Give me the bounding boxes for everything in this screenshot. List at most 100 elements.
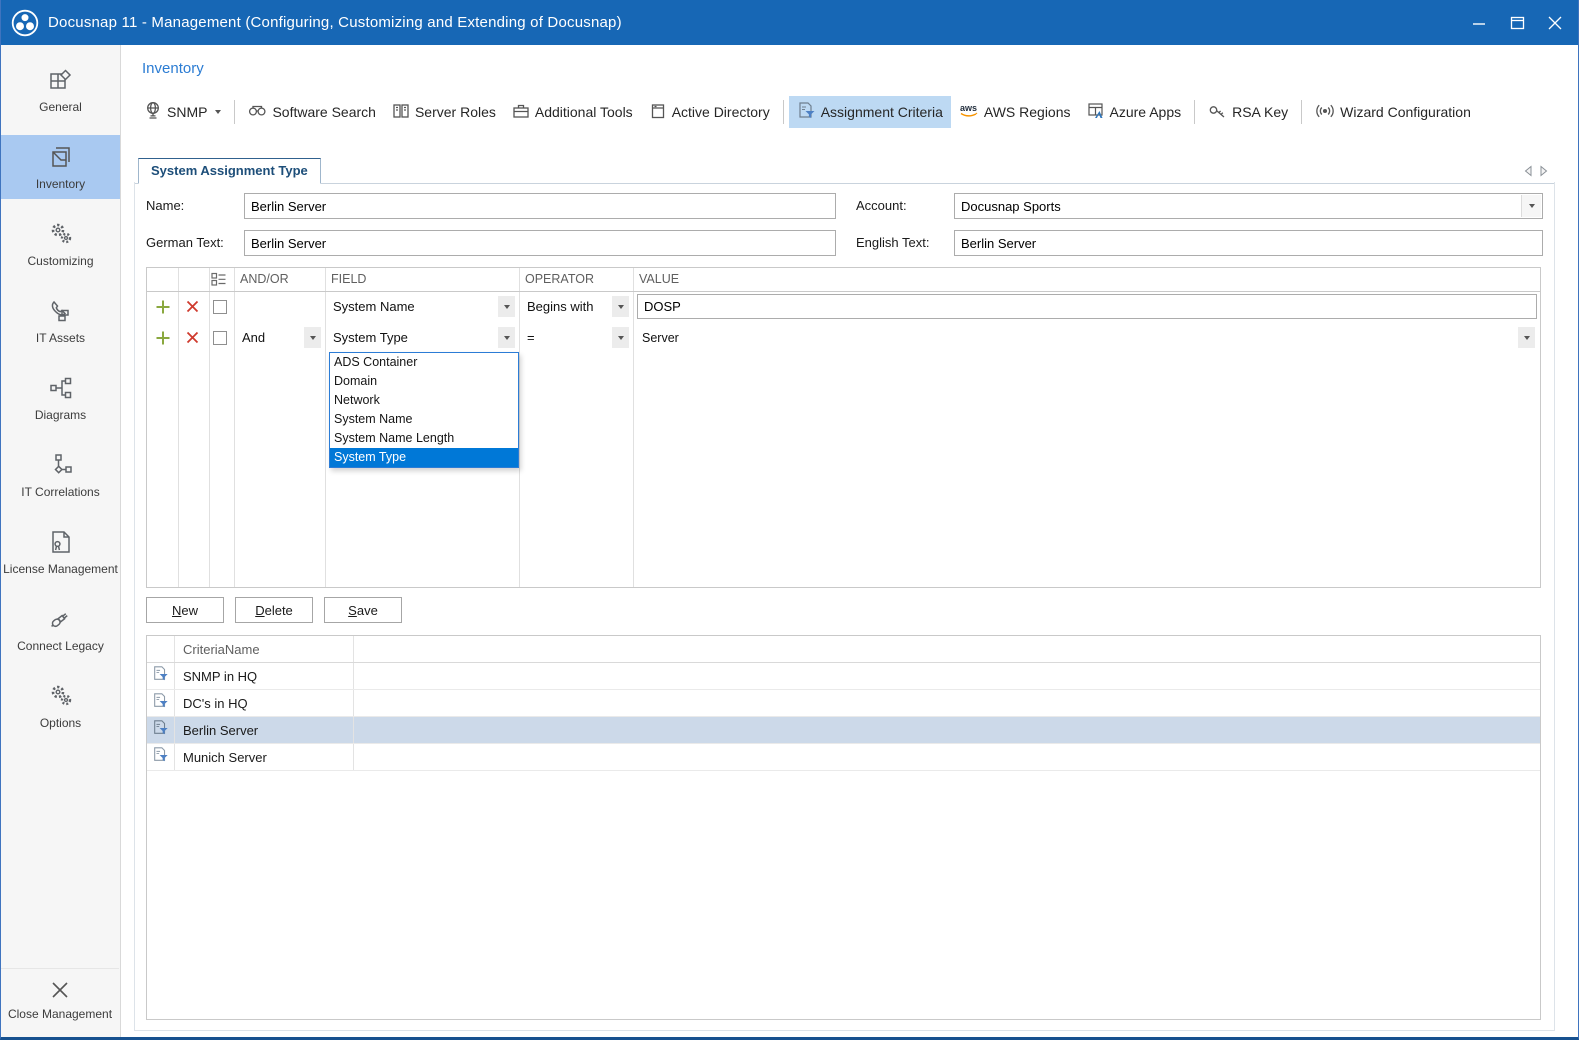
sidebar-item-label: Inventory — [35, 177, 86, 191]
operator-dropdown-button[interactable] — [612, 327, 629, 348]
operator-column-header: OPERATOR — [525, 272, 594, 286]
toolbar-item-active-directory[interactable]: Active Directory — [641, 97, 778, 128]
sidebar-item-label: IT Correlations — [21, 485, 100, 499]
condition-checkbox[interactable] — [213, 299, 227, 314]
english-text-input[interactable] — [954, 230, 1543, 256]
german-text-label: German Text: — [146, 235, 224, 250]
operator-value: = — [527, 330, 535, 345]
criteria-row: And System Type = Server — [147, 322, 1540, 353]
dropdown-option[interactable]: Network — [330, 391, 518, 410]
field-combobox[interactable]: System Name — [326, 291, 518, 322]
dropdown-option[interactable]: System Name Length — [330, 429, 518, 448]
operator-value: Begins with — [527, 299, 594, 314]
dropdown-option-selected[interactable]: System Type — [330, 448, 518, 467]
add-condition-button[interactable] — [155, 291, 171, 322]
tab-scroll-right-icon[interactable] — [1539, 164, 1549, 182]
andor-column-header: AND/OR — [240, 272, 289, 286]
andor-dropdown-button[interactable] — [304, 327, 321, 348]
add-condition-button[interactable] — [155, 322, 171, 353]
toolbar-item-rsa-key[interactable]: RSA Key — [1200, 97, 1296, 128]
field-dropdown-button[interactable] — [498, 296, 515, 317]
delete-button[interactable]: Delete — [235, 597, 313, 623]
sidebar-item-it-assets[interactable]: IT Assets — [1, 289, 120, 353]
operator-combobox[interactable]: = — [520, 322, 632, 353]
sidebar-item-it-correlations[interactable]: IT Correlations — [1, 443, 120, 507]
toolbar-item-aws-regions[interactable]: aws AWS Regions — [951, 97, 1079, 128]
plug-icon — [47, 604, 75, 634]
title-bar: Docusnap 11 - Management (Configuring, C… — [1, 0, 1578, 45]
table-row-selected[interactable]: Berlin Server — [147, 717, 1540, 744]
toolbar-item-wizard-configuration[interactable]: Wizard Configuration — [1307, 97, 1479, 128]
toolbar-item-additional-tools[interactable]: Additional Tools — [504, 97, 641, 128]
field-value: System Type — [333, 330, 408, 345]
account-dropdown-button[interactable] — [1521, 195, 1541, 217]
german-text-input[interactable] — [244, 230, 836, 256]
criterianame-column-header: CriteriaName — [175, 636, 354, 662]
toolbar-item-snmp[interactable]: SNMP — [136, 96, 229, 128]
value-column-header: VALUE — [639, 272, 680, 286]
toolbar-item-assignment-criteria[interactable]: Assignment Criteria — [788, 96, 951, 128]
andor-combobox[interactable]: And — [235, 322, 324, 353]
criteria-name: SNMP in HQ — [175, 663, 354, 689]
sidebar-item-diagrams[interactable]: Diagrams — [1, 366, 120, 430]
value-combobox[interactable]: Server — [635, 322, 1538, 353]
sidebar-item-label: Customizing — [27, 254, 94, 268]
sidebar-item-connect-legacy[interactable]: Connect Legacy — [1, 597, 120, 661]
sidebar-item-label: Diagrams — [34, 408, 87, 422]
sidebar-item-inventory[interactable]: Inventory — [1, 135, 120, 199]
value-dropdown-button[interactable] — [1518, 327, 1535, 348]
value-input[interactable] — [637, 294, 1537, 319]
dropdown-option[interactable]: ADS Container — [330, 353, 518, 372]
field-dropdown-button[interactable] — [498, 327, 515, 348]
docusnap-logo-icon — [10, 8, 40, 38]
server-roles-icon — [392, 102, 410, 123]
criteria-name: Munich Server — [175, 744, 354, 770]
svg-text:aws: aws — [960, 103, 977, 113]
sidebar-item-general[interactable]: General — [1, 58, 120, 122]
table-row[interactable]: Munich Server — [147, 744, 1540, 771]
toolbar-separator — [234, 100, 236, 124]
toolbar-item-label: Software Search — [272, 104, 376, 120]
table-row[interactable]: DC's in HQ — [147, 690, 1540, 717]
operator-combobox[interactable]: Begins with — [520, 291, 632, 322]
criteria-list-table: CriteriaName SNMP in HQ DC's in HQ Berli… — [146, 635, 1541, 1020]
criteria-doc-filter-icon — [152, 665, 169, 687]
inventory-toolbar: SNMP Software Search Server Roles Additi… — [136, 95, 1568, 129]
sidebar-item-label: General — [39, 100, 82, 114]
operator-dropdown-button[interactable] — [612, 296, 629, 317]
toolbar-item-label: Additional Tools — [534, 104, 633, 120]
sidebar-item-license-management[interactable]: License Management — [1, 520, 120, 584]
toolbar-item-server-roles[interactable]: Server Roles — [384, 97, 504, 128]
field-combobox[interactable]: System Type — [326, 322, 518, 353]
account-combobox[interactable]: Docusnap Sports — [954, 193, 1543, 219]
remove-condition-button[interactable] — [186, 322, 199, 353]
sidebar-item-customizing[interactable]: Customizing — [1, 212, 120, 276]
minimize-button[interactable] — [1460, 0, 1498, 45]
name-input[interactable] — [244, 193, 836, 219]
sidebar: General Inventory Customizing IT Assets … — [1, 45, 121, 1037]
save-button[interactable]: Save — [324, 597, 402, 623]
dropdown-option[interactable]: Domain — [330, 372, 518, 391]
toolbar-item-label: SNMP — [167, 104, 208, 120]
close-management-label: Close Management — [7, 1007, 113, 1021]
row-indicator-icon — [211, 272, 227, 292]
toolbar-item-label: Assignment Criteria — [820, 104, 943, 120]
gears-icon — [47, 681, 75, 711]
azure-apps-icon — [1087, 102, 1105, 123]
table-row[interactable]: SNMP in HQ — [147, 663, 1540, 690]
remove-condition-button[interactable] — [186, 291, 199, 322]
breadcrumb: Inventory — [142, 60, 204, 77]
new-button[interactable]: New — [146, 597, 224, 623]
condition-checkbox[interactable] — [213, 330, 227, 345]
tab-scroll-left-icon[interactable] — [1523, 164, 1533, 182]
close-button[interactable] — [1536, 0, 1574, 45]
license-document-icon — [47, 527, 75, 557]
maximize-button[interactable] — [1498, 0, 1536, 45]
tab-system-assignment-type[interactable]: System Assignment Type — [138, 158, 321, 184]
toolbar-item-software-search[interactable]: Software Search — [240, 97, 384, 128]
account-label: Account: — [856, 198, 907, 213]
close-management-button[interactable]: Close Management — [1, 968, 119, 1027]
sidebar-item-options[interactable]: Options — [1, 674, 120, 738]
dropdown-option[interactable]: System Name — [330, 410, 518, 429]
toolbar-item-azure-apps[interactable]: Azure Apps — [1079, 97, 1190, 128]
